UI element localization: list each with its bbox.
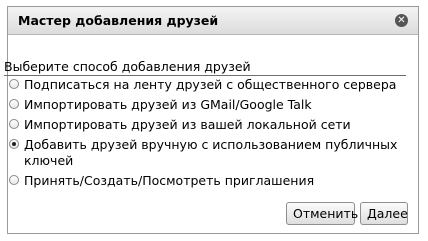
method-prompt: Выберите способ добавления друзей [4,59,406,76]
radio-import-gmail[interactable] [9,99,19,109]
dialog-title: Мастер добавления друзей [18,13,219,28]
dialog-titlebar: Мастер добавления друзей ✕ [8,7,418,35]
option-invitations[interactable]: Принять/Создать/Посмотреть приглашения [8,173,403,189]
option-public-server-feed[interactable]: Подписаться на ленту друзей с общественн… [8,77,403,93]
option-label: Принять/Создать/Посмотреть приглашения [24,173,315,188]
radio-import-local-network[interactable] [9,119,19,129]
option-import-gmail[interactable]: Импортировать друзей из GMail/Google Tal… [8,97,403,113]
cancel-button[interactable]: Отменить [286,202,358,225]
option-label: Подписаться на ленту друзей с общественн… [24,77,397,92]
option-label: Импортировать друзей из GMail/Google Tal… [24,97,312,112]
method-options: Подписаться на ленту друзей с общественн… [8,77,403,193]
radio-invitations[interactable] [9,175,19,185]
radio-public-server-feed[interactable] [9,79,19,89]
close-icon[interactable]: ✕ [395,14,408,27]
option-label: Импортировать друзей из вашей локальной … [24,117,351,132]
option-label: Добавить друзей вручную с использованием… [24,137,398,168]
next-button[interactable]: Далее [360,202,408,225]
option-add-manually[interactable]: Добавить друзей вручную с использованием… [8,137,403,169]
radio-add-manually[interactable] [9,139,19,149]
option-import-local-network[interactable]: Импортировать друзей из вашей локальной … [8,117,403,133]
